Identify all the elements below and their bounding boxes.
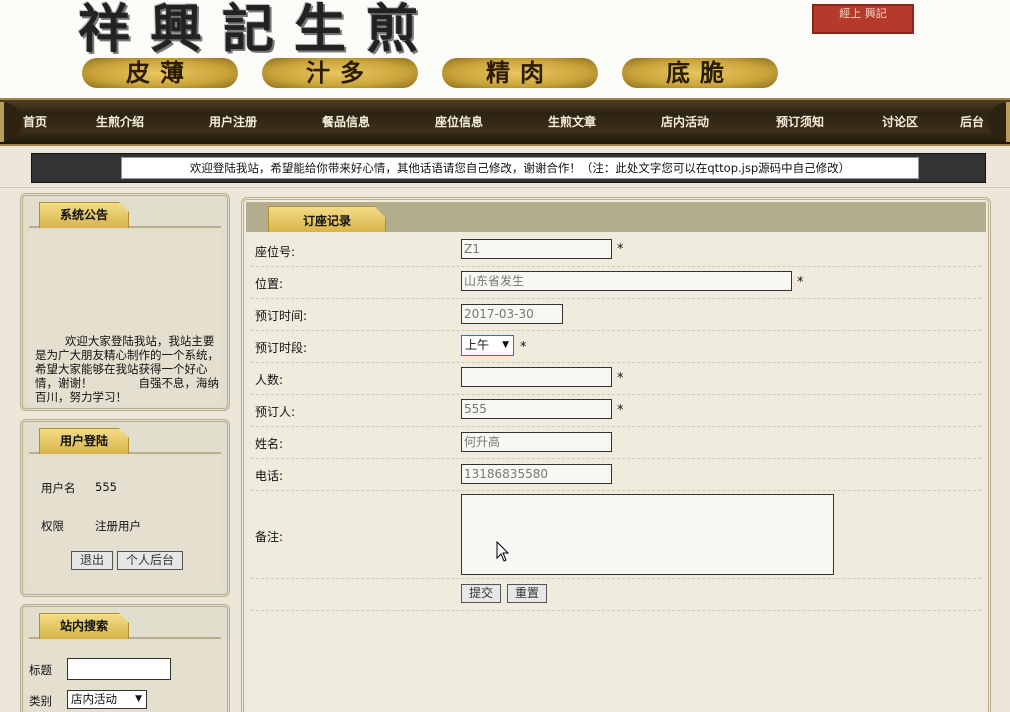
location-input[interactable]: 山东省发生 <box>461 271 792 291</box>
reset-button[interactable]: 重置 <box>507 584 547 603</box>
nav-forum[interactable]: 讨论区 <box>882 100 918 144</box>
user-login-box: 用户登陆 用户名 555 权限 注册用户 退出 个人后台 <box>20 419 230 597</box>
site-search-body: 标题 类别 店内活动 ▼ <box>23 641 227 712</box>
nav-intro[interactable]: 生煎介绍 <box>96 100 144 144</box>
date-input[interactable]: 2017-03-30 <box>461 304 563 324</box>
notice-bar: 欢迎登陆我站，希望能给你带来好心情，其他话语请您自己修改，谢谢合作！（注：此处文… <box>31 153 986 183</box>
site-search-header: 站内搜索 <box>29 613 221 639</box>
site-banner: 祥興記生煎 皮薄 汁多 精肉 底脆 經上 興記 <box>0 0 1010 98</box>
seat-no-required: * <box>617 242 624 257</box>
site-search-title: 站内搜索 <box>39 613 129 639</box>
name-label: 姓名: <box>255 437 284 451</box>
mouse-pointer-icon <box>496 541 510 562</box>
period-label: 预订时段: <box>255 341 308 355</box>
logout-button[interactable]: 退出 <box>71 551 113 570</box>
role-value: 注册用户 <box>95 519 141 533</box>
site-logo-title: 祥興記生煎 <box>78 0 439 60</box>
location-required: * <box>797 275 804 290</box>
form-row-booker <box>251 395 981 427</box>
people-required: * <box>617 371 624 386</box>
name-input[interactable]: 何升高 <box>461 432 612 452</box>
red-seal-stamp: 經上 興記 <box>812 4 914 34</box>
nav-right-ornament <box>988 102 1010 142</box>
divider <box>0 187 1010 188</box>
phone-input[interactable]: 13186835580 <box>461 464 612 484</box>
period-select[interactable]: 上午 ▼ <box>461 335 514 356</box>
user-login-header: 用户登陆 <box>29 428 221 454</box>
remark-textarea[interactable] <box>461 494 834 575</box>
username-label: 用户名 <box>41 481 76 495</box>
system-notice-body: 欢迎大家登陆我站，我站主要是为广大朋友精心制作的一个系统，希望大家能够在我站获得… <box>29 230 221 404</box>
search-title-input[interactable] <box>67 658 171 680</box>
system-notice-title: 系统公告 <box>39 202 129 228</box>
booker-required: * <box>617 403 624 418</box>
system-notice-header: 系统公告 <box>29 202 221 228</box>
nav-articles[interactable]: 生煎文章 <box>548 100 596 144</box>
form-row-date <box>251 299 981 331</box>
user-login-title: 用户登陆 <box>39 428 129 454</box>
logo-slogans: 皮薄 汁多 精肉 底脆 <box>82 58 782 90</box>
nav-seat-info[interactable]: 座位信息 <box>435 100 483 144</box>
people-input[interactable] <box>461 367 612 387</box>
people-label: 人数: <box>255 373 284 387</box>
username-value: 555 <box>95 480 117 494</box>
nav-activities[interactable]: 店内活动 <box>661 100 709 144</box>
slogan-4: 底脆 <box>622 58 778 88</box>
form-row-seat <box>251 235 981 267</box>
role-label: 权限 <box>41 519 64 533</box>
nav-home[interactable]: 首页 <box>23 100 47 144</box>
system-notice-text: 欢迎大家登陆我站，我站主要是为广大朋友精心制作的一个系统，希望大家能够在我站获得… <box>35 334 219 404</box>
nav-booking-notice[interactable]: 预订须知 <box>776 100 824 144</box>
remark-label: 备注: <box>255 530 284 544</box>
phone-label: 电话: <box>255 469 284 483</box>
search-title-label: 标题 <box>29 663 52 677</box>
site-search-box: 站内搜索 标题 类别 店内活动 ▼ <box>20 604 230 712</box>
search-category-select[interactable]: 店内活动 ▼ <box>67 690 147 709</box>
nav-admin[interactable]: 后台 <box>960 100 984 144</box>
system-notice-box: 系统公告 欢迎大家登陆我站，我站主要是为广大朋友精心制作的一个系统，希望大家能够… <box>20 193 230 411</box>
period-value: 上午 <box>465 338 490 352</box>
nav-register[interactable]: 用户注册 <box>209 100 257 144</box>
form-row-name <box>251 427 981 459</box>
search-category-label: 类别 <box>29 694 52 708</box>
personal-admin-button[interactable]: 个人后台 <box>117 551 183 570</box>
submit-button[interactable]: 提交 <box>461 584 501 603</box>
slogan-2: 汁多 <box>262 58 418 88</box>
date-label: 预订时间: <box>255 309 308 323</box>
location-label: 位置: <box>255 277 284 291</box>
chevron-down-icon: ▼ <box>502 340 509 350</box>
form-row-actions <box>251 579 981 611</box>
search-category-value: 店内活动 <box>71 692 117 706</box>
chevron-down-icon: ▼ <box>135 694 142 704</box>
user-login-body: 用户名 555 权限 注册用户 退出 个人后台 <box>29 456 221 590</box>
nav-left-ornament <box>0 102 22 142</box>
seat-no-input[interactable]: Z1 <box>461 239 612 259</box>
booking-record-title: 订座记录 <box>268 206 386 232</box>
nav-menu-info[interactable]: 餐品信息 <box>322 100 370 144</box>
form-row-phone <box>251 459 981 491</box>
period-required: * <box>520 340 527 355</box>
booker-input[interactable]: 555 <box>461 399 612 419</box>
booking-record-header: 订座记录 <box>246 202 986 232</box>
seat-no-label: 座位号: <box>255 245 296 259</box>
main-nav: 首页 生煎介绍 用户注册 餐品信息 座位信息 生煎文章 店内活动 预订须知 讨论… <box>0 98 1010 146</box>
form-row-period <box>251 331 981 363</box>
slogan-1: 皮薄 <box>82 58 238 88</box>
booker-label: 预订人: <box>255 405 296 419</box>
slogan-3: 精肉 <box>442 58 598 88</box>
notice-marquee: 欢迎登陆我站，希望能给你带来好心情，其他话语请您自己修改，谢谢合作！（注：此处文… <box>121 157 919 179</box>
form-row-people <box>251 363 981 395</box>
